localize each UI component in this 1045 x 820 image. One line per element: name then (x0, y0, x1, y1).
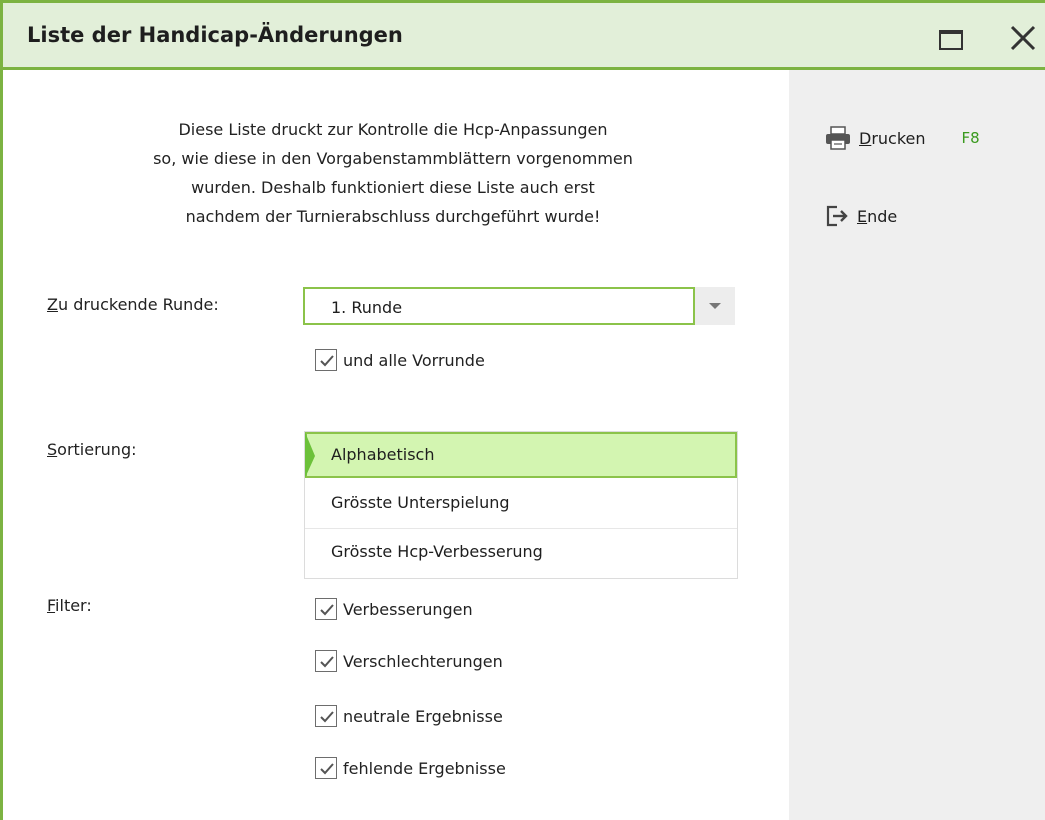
print-label: Drucken (859, 129, 926, 148)
sortierung-label: Sortierung: (47, 440, 137, 459)
checkbox-box[interactable] (315, 349, 337, 371)
end-label: Ende (857, 207, 897, 226)
title-bar: Liste der Handicap-Änderungen (3, 3, 1045, 70)
checkbox-box[interactable] (315, 598, 337, 620)
runde-select-value[interactable]: 1. Runde (303, 287, 695, 325)
filter-label-text: ilter: (55, 596, 92, 615)
printer-icon (826, 126, 850, 150)
chevron-down-icon[interactable] (695, 287, 735, 325)
window-title: Liste der Handicap-Änderungen (27, 23, 403, 47)
checkmark-icon (320, 604, 334, 616)
filter-verschlechterungen-label: Verschlechterungen (343, 651, 503, 671)
sort-option-unterspielung[interactable]: Grösste Unterspielung (305, 480, 737, 526)
print-shortcut: F8 (961, 129, 980, 147)
filter-label-mnemonic: F (47, 596, 56, 615)
print-button[interactable]: Drucken F8 (825, 122, 980, 154)
maximize-icon (939, 30, 963, 50)
sortierung-label-mnemonic: S (47, 440, 58, 459)
include-previous-checkbox[interactable]: und alle Vorrunde (315, 349, 485, 371)
filter-fehlende-checkbox[interactable]: fehlende Ergebnisse (315, 757, 506, 779)
sort-option-alphabetisch[interactable]: Alphabetisch (305, 432, 737, 478)
runde-label-mnemonic: Z (47, 295, 58, 314)
sort-listbox[interactable]: Alphabetisch Grösste Unterspielung Gröss… (304, 431, 738, 579)
checkmark-icon (320, 656, 334, 668)
filter-neutrale-label: neutrale Ergebnisse (343, 706, 503, 726)
checkbox-box[interactable] (315, 650, 337, 672)
sort-option-hcp-verbesserung[interactable]: Grösste Hcp-Verbesserung (305, 528, 737, 574)
filter-label: Filter: (47, 596, 92, 615)
runde-select[interactable]: 1. Runde (303, 287, 735, 325)
end-mnemonic: E (857, 206, 868, 226)
filter-verbesserungen-checkbox[interactable]: Verbesserungen (315, 598, 473, 620)
checkmark-icon (320, 711, 334, 723)
runde-label: Zu druckende Runde: (47, 295, 219, 314)
sortierung-label-text: ortierung: (57, 440, 137, 459)
maximize-button[interactable] (936, 25, 966, 55)
runde-label-text: u druckende Runde: (57, 295, 219, 314)
checkmark-icon (320, 763, 334, 775)
end-button[interactable]: Ende (825, 200, 897, 232)
filter-fehlende-label: fehlende Ergebnisse (343, 758, 506, 778)
checkmark-icon (320, 355, 334, 367)
exit-icon (826, 205, 848, 227)
print-mnemonic: D (859, 128, 872, 148)
include-previous-label: und alle Vorrunde (343, 350, 485, 370)
print-label-text: rucken (871, 128, 926, 148)
dialog-window: Liste der Handicap-Änderungen Diese List… (0, 0, 1045, 820)
close-icon (1010, 25, 1036, 51)
checkbox-box[interactable] (315, 705, 337, 727)
filter-neutrale-checkbox[interactable]: neutrale Ergebnisse (315, 705, 503, 727)
checkbox-box[interactable] (315, 757, 337, 779)
close-button[interactable] (1006, 21, 1040, 55)
filter-verschlechterungen-checkbox[interactable]: Verschlechterungen (315, 650, 503, 672)
filter-verbesserungen-label: Verbesserungen (343, 599, 473, 619)
end-label-text: nde (867, 206, 898, 226)
intro-text: Diese Liste druckt zur Kontrolle die Hcp… (153, 120, 633, 226)
action-sidebar: Drucken F8 Ende (789, 70, 1045, 820)
